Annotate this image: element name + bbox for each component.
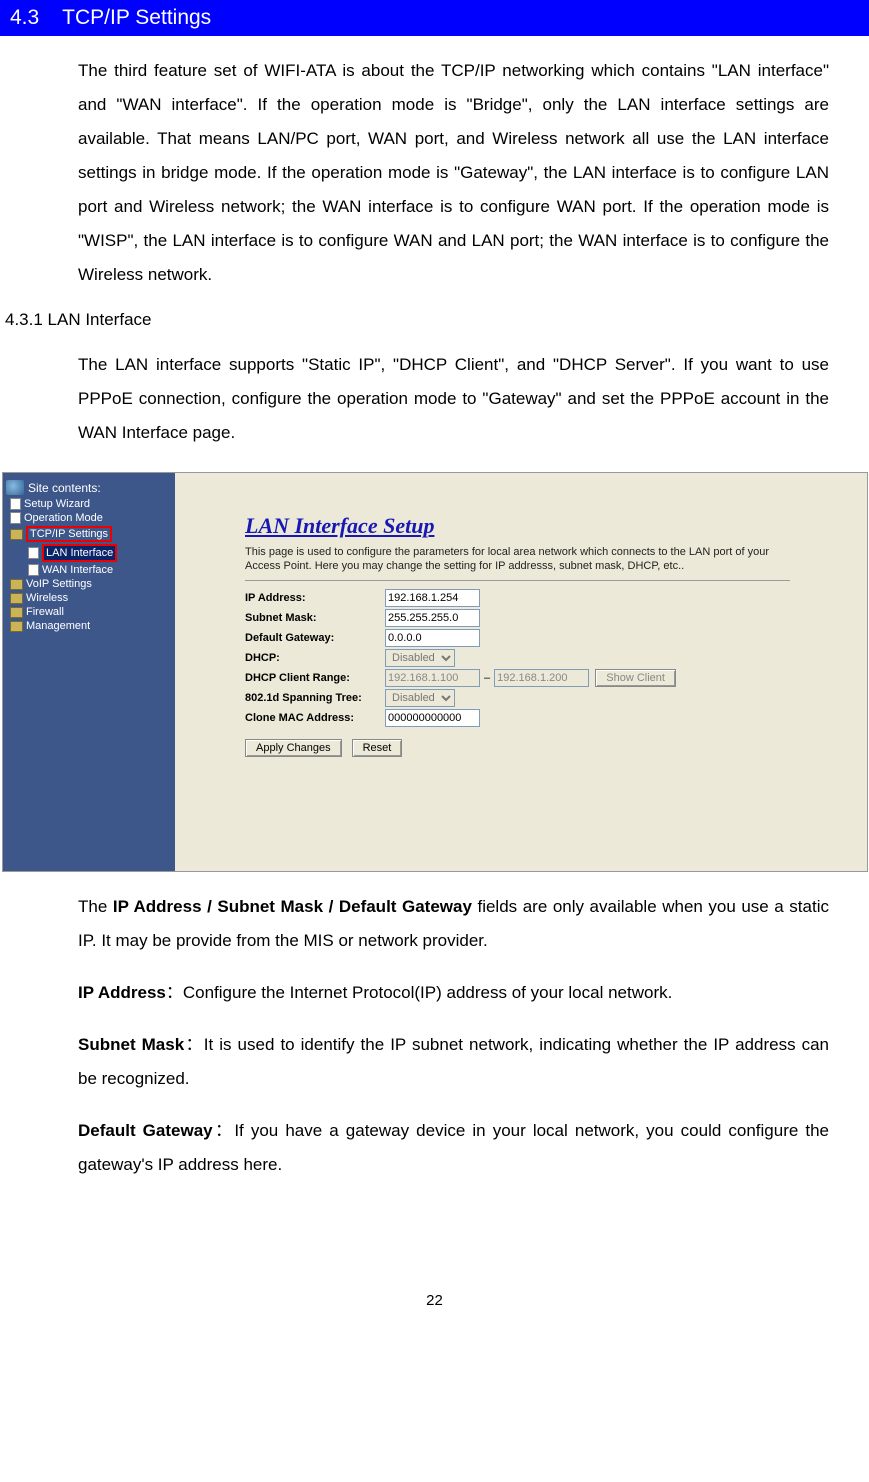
globe-icon bbox=[6, 480, 24, 495]
page-icon bbox=[28, 564, 39, 576]
sidebar-item-wan-interface[interactable]: WAN Interface bbox=[6, 563, 175, 577]
section-number: 4.3 bbox=[10, 6, 39, 29]
sidebar-item-label: TCP/IP Settings bbox=[26, 526, 112, 542]
page-icon bbox=[10, 512, 21, 524]
def-ip-text: Configure the Internet Protocol(IP) addr… bbox=[183, 983, 672, 1002]
subnet-mask-input[interactable] bbox=[385, 609, 480, 627]
ip-address-definition: IP Address：Configure the Internet Protoc… bbox=[0, 958, 869, 1010]
sidebar-item-voip[interactable]: VoIP Settings bbox=[6, 577, 175, 591]
spanning-tree-label: 802.1d Spanning Tree: bbox=[245, 692, 385, 704]
dhcp-range-end-input bbox=[494, 669, 589, 687]
subnet-mask-definition: Subnet Mask：It is used to identify the I… bbox=[0, 1010, 869, 1096]
spanning-tree-select[interactable]: Disabled bbox=[385, 689, 455, 707]
show-client-button[interactable]: Show Client bbox=[595, 669, 676, 687]
folder-icon bbox=[10, 529, 23, 540]
dhcp-label: DHCP: bbox=[245, 652, 385, 664]
sidebar-item-label: Setup Wizard bbox=[24, 498, 90, 510]
lan-intro-paragraph: The LAN interface supports "Static IP", … bbox=[0, 330, 869, 450]
ip-address-input[interactable] bbox=[385, 589, 480, 607]
config-panel: LAN Interface Setup This page is used to… bbox=[175, 473, 867, 871]
sidebar-item-label: Operation Mode bbox=[24, 512, 103, 524]
sidebar-item-label: VoIP Settings bbox=[26, 578, 92, 590]
range-dash: – bbox=[480, 672, 494, 684]
sidebar-item-label: WAN Interface bbox=[42, 564, 113, 576]
clone-mac-input[interactable] bbox=[385, 709, 480, 727]
page-number: 22 bbox=[0, 1292, 869, 1324]
sidebar-item-label: Firewall bbox=[26, 606, 64, 618]
sidebar-item-operation-mode[interactable]: Operation Mode bbox=[6, 511, 175, 525]
sidebar-item-lan-interface[interactable]: LAN Interface bbox=[6, 543, 175, 563]
section-title: TCP/IP Settings bbox=[62, 6, 211, 29]
page-icon bbox=[28, 547, 39, 559]
apply-changes-button[interactable]: Apply Changes bbox=[245, 739, 342, 757]
clone-mac-label: Clone MAC Address: bbox=[245, 712, 385, 724]
panel-title: LAN Interface Setup bbox=[245, 513, 847, 539]
folder-icon bbox=[10, 621, 23, 632]
def-ip-label: IP Address bbox=[78, 983, 166, 1002]
sidebar-title: Site contents: bbox=[28, 481, 101, 495]
sidebar-item-label: Management bbox=[26, 620, 90, 632]
panel-description: This page is used to configure the param… bbox=[245, 545, 785, 574]
def-mask-label: Subnet Mask bbox=[78, 1035, 184, 1054]
subsection-heading: 4.3.1 LAN Interface bbox=[0, 292, 869, 330]
def-sep: ： bbox=[213, 1121, 235, 1140]
para3-lead: The bbox=[78, 897, 113, 916]
reset-button[interactable]: Reset bbox=[352, 739, 403, 757]
sidebar-item-wireless[interactable]: Wireless bbox=[6, 591, 175, 605]
nav-sidebar: Site contents: Setup Wizard Operation Mo… bbox=[3, 473, 175, 871]
ip-address-label: IP Address: bbox=[245, 592, 385, 604]
section-header: 4.3 TCP/IP Settings bbox=[0, 0, 869, 36]
sidebar-item-label: Wireless bbox=[26, 592, 68, 604]
default-gateway-input[interactable] bbox=[385, 629, 480, 647]
dhcp-range-start-input bbox=[385, 669, 480, 687]
sidebar-item-label: LAN Interface bbox=[42, 544, 117, 562]
default-gateway-definition: Default Gateway：If you have a gateway de… bbox=[0, 1096, 869, 1182]
folder-icon bbox=[10, 579, 23, 590]
def-gw-label: Default Gateway bbox=[78, 1121, 213, 1140]
sidebar-item-management[interactable]: Management bbox=[6, 619, 175, 633]
para3-bold: IP Address / Subnet Mask / Default Gatew… bbox=[113, 897, 472, 916]
dhcp-select[interactable]: Disabled bbox=[385, 649, 455, 667]
field-availability-paragraph: The IP Address / Subnet Mask / Default G… bbox=[0, 872, 869, 958]
intro-paragraph: The third feature set of WIFI-ATA is abo… bbox=[0, 36, 869, 292]
dhcp-range-label: DHCP Client Range: bbox=[245, 672, 385, 684]
subnet-mask-label: Subnet Mask: bbox=[245, 612, 385, 624]
sidebar-item-setup-wizard[interactable]: Setup Wizard bbox=[6, 497, 175, 511]
page-icon bbox=[10, 498, 21, 510]
def-sep: ： bbox=[184, 1035, 204, 1054]
sidebar-title-row: Site contents: bbox=[6, 478, 175, 497]
folder-icon bbox=[10, 607, 23, 618]
sidebar-item-tcpip[interactable]: TCP/IP Settings bbox=[6, 525, 175, 543]
def-sep: ： bbox=[166, 983, 183, 1002]
default-gateway-label: Default Gateway: bbox=[245, 632, 385, 644]
divider bbox=[245, 580, 790, 581]
lan-interface-screenshot: Site contents: Setup Wizard Operation Mo… bbox=[2, 472, 868, 872]
folder-icon bbox=[10, 593, 23, 604]
sidebar-item-firewall[interactable]: Firewall bbox=[6, 605, 175, 619]
